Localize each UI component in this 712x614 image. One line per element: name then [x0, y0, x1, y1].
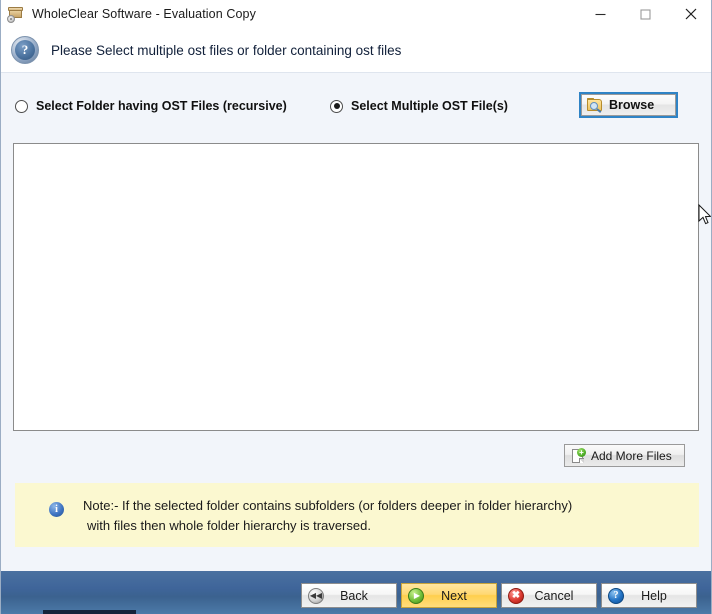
note-text: Note:- If the selected folder contains s…	[83, 496, 572, 536]
radio-select-multiple-files[interactable]: Select Multiple OST File(s)	[330, 96, 508, 116]
close-circle-icon: ✖	[508, 587, 524, 604]
add-more-files-label: Add More Files	[591, 448, 672, 463]
note-line-1: Note:- If the selected folder contains s…	[83, 498, 573, 513]
info-icon: i	[49, 502, 64, 517]
instruction-header: ? Please Select multiple ost files or fo…	[1, 28, 711, 72]
minimize-button[interactable]	[578, 0, 623, 28]
title-bar: WholeClear Software - Evaluation Copy	[1, 0, 711, 28]
selected-files-list[interactable]	[13, 143, 699, 431]
document-add-icon: +	[571, 447, 586, 464]
window-title: WholeClear Software - Evaluation Copy	[32, 7, 256, 21]
maximize-button[interactable]	[623, 0, 668, 28]
add-more-files-button[interactable]: + Add More Files	[564, 444, 685, 467]
help-button-label: Help	[641, 588, 667, 603]
cancel-button[interactable]: ✖ Cancel	[501, 583, 597, 608]
next-button-label: Next	[441, 588, 467, 603]
mouse-pointer-icon	[698, 203, 711, 226]
radio-folder-label: Select Folder having OST Files (recursiv…	[36, 99, 287, 113]
window-controls	[578, 0, 711, 28]
cancel-button-label: Cancel	[534, 588, 574, 603]
folder-search-icon	[587, 97, 604, 113]
browse-button-focus-ring: Browse	[579, 92, 678, 118]
radio-folder-indicator[interactable]	[15, 99, 28, 113]
browse-button-label: Browse	[609, 98, 655, 112]
software-box-icon	[7, 5, 25, 23]
radio-files-label: Select Multiple OST File(s)	[351, 99, 508, 113]
browse-button[interactable]: Browse	[581, 94, 676, 116]
rewind-icon: ◀◀	[308, 587, 324, 604]
back-button-label: Back	[340, 588, 368, 603]
note-line-2: with files then whole folder hierarchy i…	[87, 518, 371, 533]
question-circle-icon: ?	[608, 587, 624, 604]
header-divider	[1, 72, 711, 73]
radio-select-folder-recursive[interactable]: Select Folder having OST Files (recursiv…	[15, 96, 287, 116]
back-button[interactable]: ◀◀ Back	[301, 583, 397, 608]
radio-files-indicator[interactable]	[330, 99, 343, 113]
note-panel: i Note:- If the selected folder contains…	[15, 483, 699, 547]
play-icon: ▶	[408, 587, 424, 604]
next-button[interactable]: ▶ Next	[401, 583, 497, 608]
application-window: WholeClear Software - Evaluation Copy ? …	[0, 0, 712, 614]
close-button[interactable]	[668, 0, 711, 28]
wizard-buttons: ◀◀ Back ▶ Next ✖ Cancel ? Help	[301, 583, 697, 608]
footer-accent-strip	[43, 610, 136, 614]
instruction-text: Please Select multiple ost files or fold…	[51, 42, 402, 58]
question-mark-icon: ?	[11, 36, 39, 64]
help-button[interactable]: ? Help	[601, 583, 697, 608]
